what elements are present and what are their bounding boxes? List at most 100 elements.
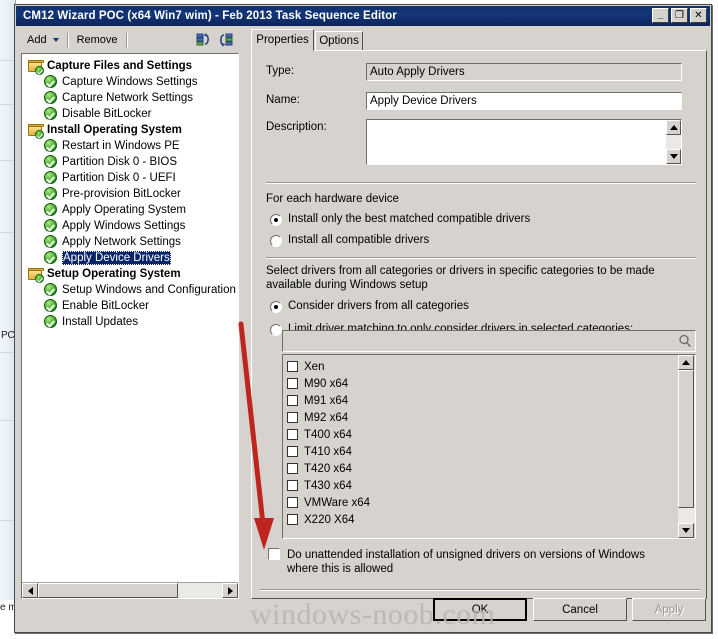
search-input[interactable]	[283, 331, 675, 351]
green-check-icon	[44, 155, 58, 169]
tree-item-capture-files-and-settings[interactable]: Capture Files and Settings	[26, 58, 238, 75]
category-checkbox[interactable]	[287, 412, 298, 423]
tab-properties[interactable]: Properties	[251, 29, 314, 51]
description-scrollbar[interactable]	[666, 120, 681, 164]
window-title: CM12 Wizard POC (x64 Win7 wim) - Feb 201…	[23, 10, 397, 22]
tree-item-apply-operating-system[interactable]: Apply Operating System	[26, 202, 238, 218]
description-scroll-track[interactable]	[666, 135, 681, 149]
category-row[interactable]: T410 x64	[287, 443, 678, 460]
category-checkbox[interactable]	[287, 429, 298, 440]
category-checkbox[interactable]	[287, 395, 298, 406]
tree-scroll-thumb[interactable]	[38, 583, 178, 598]
category-row[interactable]: VMWare x64	[287, 494, 678, 511]
category-row[interactable]: M91 x64	[287, 392, 678, 409]
category-row[interactable]: M92 x64	[287, 409, 678, 426]
scroll-up-button[interactable]	[666, 120, 681, 135]
category-row[interactable]: X220 X64	[287, 511, 678, 528]
tab-options[interactable]: Options	[315, 31, 363, 50]
scroll-down-button[interactable]	[666, 149, 681, 164]
radio-all-categories[interactable]: Consider drivers from all categories	[270, 300, 469, 313]
tree-item-capture-network-settings[interactable]: Capture Network Settings	[26, 90, 238, 106]
category-checkbox[interactable]	[287, 497, 298, 508]
tree-item-setup-operating-system[interactable]: Setup Operating System	[26, 266, 238, 283]
category-row[interactable]: T430 x64	[287, 477, 678, 494]
radio-all-compatible-drivers[interactable]: Install all compatible drivers	[270, 234, 429, 247]
driver-categories-list[interactable]: Xen M90 x64 M91 x64 M92 x64 T400 x64 T410 x64…	[282, 354, 696, 539]
category-label: Xen	[304, 360, 325, 373]
move-up-icon[interactable]	[196, 32, 212, 48]
chevron-down-icon	[52, 38, 59, 42]
unattended-install-row[interactable]: Do unattended installation of unsigned d…	[268, 548, 692, 576]
add-button[interactable]: Add	[22, 32, 64, 48]
tree-item-partition-disk-0-bios[interactable]: Partition Disk 0 - BIOS	[26, 154, 238, 170]
tree-item-enable-bitlocker[interactable]: Enable BitLocker	[26, 298, 238, 314]
radio-all-compatible-label: Install all compatible drivers	[288, 234, 430, 246]
tree-item-disable-bitlocker[interactable]: Disable BitLocker	[26, 106, 238, 122]
categories-scroll-thumb[interactable]	[678, 370, 694, 508]
toolbar-icon-group	[196, 32, 238, 48]
radio-limit-categories-indicator[interactable]	[270, 324, 282, 336]
tree-item-apply-network-settings[interactable]: Apply Network Settings	[26, 234, 238, 250]
tree-item-pre-provision-bitlocker[interactable]: Pre-provision BitLocker	[26, 186, 238, 202]
radio-best-matched-drivers[interactable]: Install only the best matched compatible…	[270, 213, 530, 226]
tree-item-restart-in-windows-pe[interactable]: Restart in Windows PE	[26, 138, 238, 154]
tree-item-install-updates[interactable]: Install Updates	[26, 314, 238, 330]
search-icon[interactable]	[675, 333, 695, 349]
maximize-button[interactable]: ❐	[671, 8, 688, 23]
unattended-install-checkbox[interactable]	[268, 548, 280, 560]
move-down-icon[interactable]	[218, 32, 234, 48]
scroll-right-button[interactable]	[222, 583, 238, 598]
arrow-left-icon	[27, 586, 33, 595]
category-checkbox[interactable]	[287, 480, 298, 491]
category-row[interactable]: T420 x64	[287, 460, 678, 477]
tab-options-label: Options	[319, 35, 359, 47]
background-text-pc: PC	[1, 330, 15, 341]
category-row[interactable]: M90 x64	[287, 375, 678, 392]
arrow-up-icon	[682, 360, 690, 365]
category-row[interactable]: T400 x64	[287, 426, 678, 443]
categories-scrollbar[interactable]	[678, 355, 695, 538]
tree-item-partition-disk-0-uefi[interactable]: Partition Disk 0 - UEFI	[26, 170, 238, 186]
radio-all-categories-indicator[interactable]	[270, 301, 282, 313]
tree-item-setup-windows-and-configuration[interactable]: Setup Windows and Configuration	[26, 282, 238, 298]
remove-button[interactable]: Remove	[72, 32, 123, 48]
tree-horizontal-scrollbar[interactable]	[22, 582, 238, 598]
task-sequence-tree[interactable]: Capture Files and Settings Capture Window…	[21, 53, 239, 599]
arrow-down-icon	[669, 154, 678, 159]
name-input[interactable]: Apply Device Drivers	[366, 92, 682, 110]
minimize-button[interactable]: _	[652, 8, 669, 23]
tree-item-apply-device-drivers[interactable]: Apply Device Drivers	[26, 250, 238, 266]
tree-item-capture-windows-settings[interactable]: Capture Windows Settings	[26, 74, 238, 90]
tree-scroll-track[interactable]	[38, 583, 222, 598]
close-button[interactable]: ✕	[690, 8, 707, 23]
green-check-icon	[44, 251, 58, 265]
remove-button-label: Remove	[76, 34, 118, 46]
folder-icon	[28, 267, 44, 283]
green-check-icon	[44, 171, 58, 185]
title-bar[interactable]: CM12 Wizard POC (x64 Win7 wim) - Feb 201…	[16, 6, 710, 26]
task-sequence-editor-window: CM12 Wizard POC (x64 Win7 wim) - Feb 201…	[14, 4, 712, 633]
type-value: Auto Apply Drivers	[366, 63, 682, 81]
scroll-left-button[interactable]	[22, 583, 38, 598]
category-search-box[interactable]	[282, 330, 696, 352]
arrow-up-icon	[669, 125, 678, 130]
tree-item-apply-windows-settings[interactable]: Apply Windows Settings	[26, 218, 238, 234]
category-checkbox[interactable]	[287, 446, 298, 457]
category-checkbox[interactable]	[287, 378, 298, 389]
description-input[interactable]	[366, 119, 682, 165]
scroll-down-button[interactable]	[678, 523, 694, 538]
categories-scroll-track[interactable]	[678, 370, 695, 523]
category-checkbox[interactable]	[287, 463, 298, 474]
scroll-up-button[interactable]	[678, 355, 694, 370]
category-row[interactable]: Xen	[287, 358, 678, 375]
arrow-down-icon	[682, 528, 690, 533]
toolbar-separator	[66, 32, 69, 48]
separator-line	[260, 589, 700, 591]
radio-best-matched-indicator[interactable]	[270, 214, 282, 226]
tree-item-install-operating-system[interactable]: Install Operating System	[26, 122, 238, 139]
category-checkbox[interactable]	[287, 514, 298, 525]
green-check-icon	[44, 219, 58, 233]
radio-all-categories-label: Consider drivers from all categories	[288, 300, 469, 312]
radio-all-compatible-indicator[interactable]	[270, 235, 282, 247]
category-checkbox[interactable]	[287, 361, 298, 372]
